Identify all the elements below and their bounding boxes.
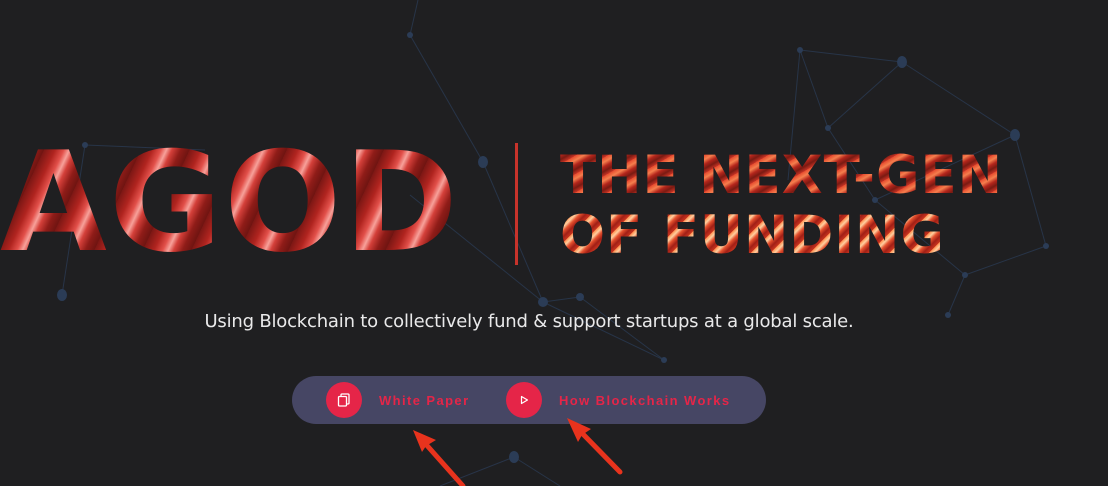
headline-divider <box>515 143 518 265</box>
white-paper-label: White Paper <box>379 392 470 408</box>
play-icon <box>506 382 542 418</box>
how-blockchain-works-label: How Blockchain Works <box>559 392 731 408</box>
how-blockchain-works-button[interactable]: How Blockchain Works <box>506 376 731 424</box>
white-paper-button[interactable]: White Paper <box>326 376 470 424</box>
document-copy-icon <box>326 382 362 418</box>
brand-logo-text: AGOD <box>0 140 505 265</box>
hero-subtitle: Using Blockchain to collectively fund & … <box>204 311 854 332</box>
cta-bar: White Paper How Blockchain Works <box>292 376 766 424</box>
tagline-line-2: OF FUNDING <box>560 206 1100 266</box>
hero-tagline: THE NEXT-GEN OF FUNDING <box>560 146 1100 266</box>
tagline-line-1: THE NEXT-GEN <box>560 146 1100 206</box>
